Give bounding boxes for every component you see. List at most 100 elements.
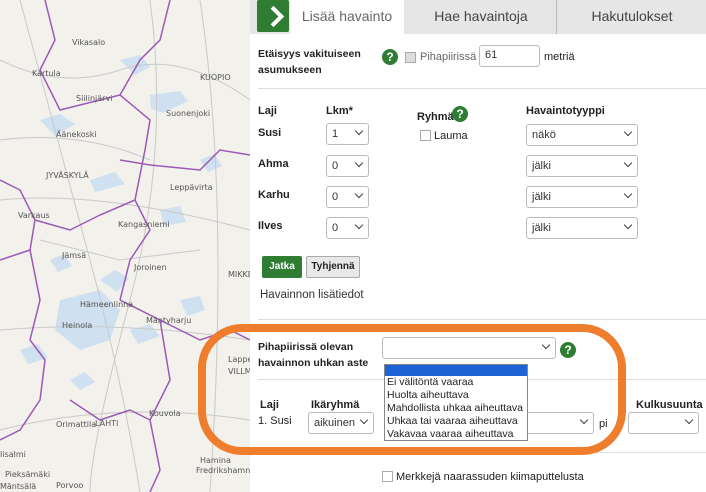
map-place-label: JYVÄSKYLÄ [46,171,89,180]
dropdown-option[interactable]: Uhkaa tai vaaraa aiheuttava [385,415,527,428]
observation-type-select[interactable]: näkö [526,124,638,146]
map-place-label: Siilinjärvi [76,94,113,103]
divider [258,319,706,320]
count-value: 1 [332,128,339,140]
clear-button[interactable]: Tyhjennä [306,256,360,278]
count-value: 0 [332,222,339,234]
count-value: 0 [332,191,339,203]
chevron-down-icon [579,415,589,425]
tab-add-observation[interactable]: Lisää havainto [290,0,404,34]
count-select[interactable]: 0 [326,217,369,239]
chevron-down-icon [684,415,694,425]
map-place-label: Jämsä [62,251,87,260]
map-place-label: Hämeenlinna [80,300,134,309]
tab-search-observations[interactable]: Hae havaintoja [406,0,556,34]
species-name: Ilves [258,220,283,232]
individual-row-label: 1. Susi [258,415,292,427]
threat-level-select[interactable] [382,337,556,359]
map-place-label: Suonenjoki [166,109,211,118]
col-species-header: Laji [258,105,277,117]
observation-type-value: näkö [532,129,556,141]
age-group-header: Ikäryhmä [311,399,360,411]
marking-checkbox-label: Merkkejä naarassuden kiimaputtelusta [396,471,584,483]
help-icon[interactable]: ? [382,49,398,65]
divider [258,452,706,453]
marking-checkbox[interactable] [382,471,393,482]
help-icon[interactable]: ? [560,342,576,358]
map-place-label: KUOPIO [200,73,231,82]
dropdown-option[interactable]: Mahdollista uhkaa aiheuttava [385,402,527,415]
direction-select[interactable] [628,412,699,434]
observation-type-select[interactable]: jälki [526,155,638,177]
continue-button[interactable]: Jatka [262,256,302,278]
chevron-down-icon [354,189,364,199]
partial-label: pi [599,418,608,430]
observation-type-select[interactable]: jälki [526,186,638,208]
map-view[interactable]: Vikasalo Kartula Siilinjärvi KUOPIO Suon… [0,0,250,492]
map-place-label: Kartula [32,69,61,78]
map-place-label: Heinola [62,321,93,330]
chevron-down-icon [623,220,633,230]
dropdown-option-blank[interactable] [385,365,527,376]
observation-type-value: jälki [532,222,551,234]
chevron-down-icon [354,220,364,230]
count-select[interactable]: 0 [326,155,369,177]
dropdown-option[interactable]: Huolta aiheuttava [385,389,527,402]
chevron-down-icon [354,158,364,168]
age-group-value: aikuinen [314,417,355,429]
map-place-label: Joroinen [134,263,167,272]
species-name: Ahma [258,158,289,170]
map-place-label: Iisalmi [0,450,26,459]
chevron-down-icon [359,415,369,425]
distance-unit: metriä [544,51,575,63]
lauma-checkbox[interactable] [420,130,431,141]
chevron-down-icon [623,158,633,168]
chevron-down-icon [354,126,364,136]
direction-header: Kulkusuunta [636,399,703,411]
count-value: 0 [332,160,339,172]
col-group-header: Ryhmä [417,111,454,123]
map-place-label: Hamina [200,456,231,465]
details-heading: Havainnon lisätiedot [260,289,364,301]
pihapiirissa-checkbox[interactable] [405,52,416,63]
divider [258,88,706,89]
count-select[interactable]: 0 [326,186,369,208]
species-name: Karhu [258,189,290,201]
help-icon[interactable]: ? [452,106,468,122]
map-place-label: Orimattila [56,420,97,429]
map-place-label: Kangasniemi [118,220,170,229]
distance-label-line2: asumukseen [258,64,322,76]
map-place-label: MIKKELI S.T.M [228,270,250,279]
tab-search-results[interactable]: Hakutulokset [556,0,706,34]
observation-type-select[interactable]: jälki [526,217,638,239]
map-place-label: Mäntyharju [146,316,192,325]
individual-species-header: Laji [260,399,279,411]
chevron-right-icon [262,5,285,28]
collapse-panel-button[interactable] [257,0,289,32]
map-place-label: Varkaus [18,211,50,220]
threat-level-dropdown[interactable]: Ei välitöntä vaaraa Huolta aiheuttava Ma… [384,364,528,441]
chevron-down-icon [623,127,633,137]
map-place-label: LAHTI [95,419,119,428]
observation-type-value: jälki [532,160,551,172]
chevron-down-icon [541,340,551,350]
map-place-label: Mäntsälä [0,482,37,491]
map-place-label: Fredrikshamn [196,466,250,475]
tab-bar: Lisää havainto Hae havaintoja Hakutuloks… [250,0,706,34]
dropdown-option[interactable]: Ei välitöntä vaaraa [385,376,527,389]
hidden-select[interactable] [518,412,594,434]
threat-level-label: Pihapiirissä olevan [258,341,354,353]
map-place-label: Lappeenranta [228,355,250,364]
col-type-header: Havaintotyyppi [526,105,605,117]
pihapiirissa-label: Pihapiirissä [420,51,477,63]
map-place-label: Porvoo [56,481,84,490]
threat-level-label-line2: havainnon uhkan aste [258,357,369,369]
distance-label: Etäisyys vakituiseen [258,48,361,60]
col-count-header: Lkm* [326,105,353,117]
count-select[interactable]: 1 [326,123,369,145]
age-group-select[interactable]: aikuinen [308,412,374,434]
species-name: Susi [258,127,282,139]
distance-input[interactable]: 61 [479,45,540,67]
dropdown-option[interactable]: Vakavaa vaaraa aiheuttava [385,428,527,441]
observation-type-value: jälki [532,191,551,203]
